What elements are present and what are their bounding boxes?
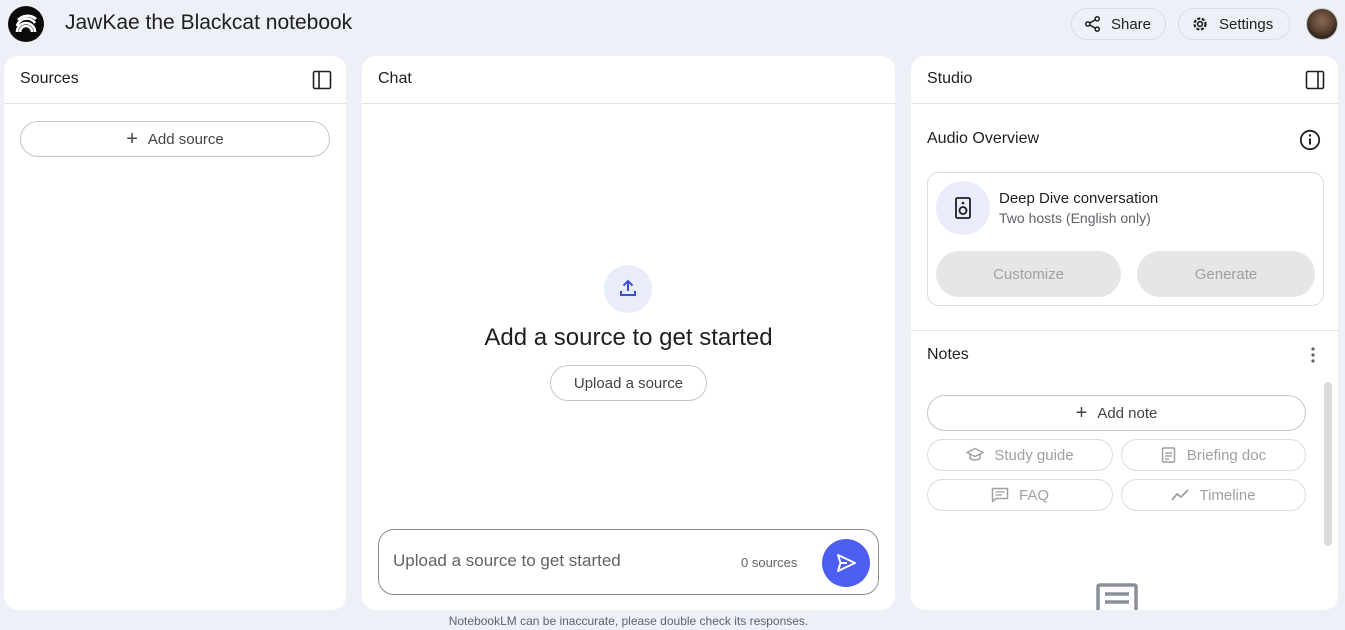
customize-button[interactable]: Customize [936,251,1121,297]
info-icon[interactable] [1299,129,1321,151]
study-guide-label: Study guide [994,446,1074,464]
speaker-icon [936,181,990,235]
audio-card-subtitle: Two hosts (English only) [999,210,1151,226]
audio-card-title: Deep Dive conversation [999,190,1159,207]
send-button[interactable] [822,539,870,587]
sources-panel: Sources + Add source [4,56,346,610]
add-source-label: Add source [147,130,224,148]
chat-title: Chat [378,70,412,87]
audio-overview-title: Audio Overview [927,130,1040,147]
settings-button[interactable]: Settings [1178,8,1290,40]
chat-input-container: 0 sources [378,529,879,595]
briefing-doc-button[interactable]: Briefing doc [1121,439,1306,471]
faq-button[interactable]: FAQ [927,479,1113,511]
add-note-label: Add note [1097,404,1158,422]
faq-label: FAQ [1018,486,1049,504]
plus-icon: + [1075,402,1088,424]
top-bar: JawKae the Blackcat notebook Share Setti… [0,0,1345,48]
upload-source-button[interactable]: Upload a source [550,365,707,401]
audio-overview-card: Deep Dive conversation Two hosts (Englis… [927,172,1324,306]
user-avatar[interactable] [1306,8,1338,40]
notes-title: Notes [927,346,969,363]
chat-header: Chat [362,56,895,104]
gear-icon [1193,17,1207,31]
chat-panel: Chat Add a source to get started Upload … [362,56,895,610]
send-icon [837,554,856,572]
trending-icon [1171,489,1190,501]
sources-title: Sources [20,70,79,87]
share-label: Share [1110,15,1151,33]
upload-icon [604,265,652,313]
share-icon [1084,15,1101,33]
studio-title: Studio [927,70,973,87]
plus-icon: + [126,128,138,150]
studio-header: Studio [911,56,1338,104]
comment-icon [991,487,1009,503]
collapse-panel-icon[interactable] [312,70,332,90]
timeline-label: Timeline [1199,486,1256,504]
studio-panel: Studio Audio Overview Deep Dive conversa… [911,56,1338,610]
study-guide-button[interactable]: Study guide [927,439,1113,471]
notes-placeholder-icon [1096,583,1138,610]
add-source-button[interactable]: + Add source [20,121,330,157]
notebooklm-logo-icon[interactable] [8,6,44,42]
notebook-title[interactable]: JawKae the Blackcat notebook [65,11,352,35]
document-icon [1161,447,1176,463]
share-button[interactable]: Share [1071,8,1166,40]
add-note-button[interactable]: + Add note [927,395,1306,431]
sources-header: Sources [4,56,346,104]
briefing-doc-label: Briefing doc [1186,446,1267,464]
timeline-button[interactable]: Timeline [1121,479,1306,511]
settings-label: Settings [1219,15,1274,33]
notes-scrollbar[interactable] [1324,382,1332,546]
disclaimer-text: NotebookLM can be inaccurate, please dou… [448,614,809,628]
school-icon [966,447,985,461]
collapse-panel-icon[interactable] [1305,70,1325,90]
generate-button[interactable]: Generate [1137,251,1315,297]
divider [911,330,1338,331]
more-vert-icon[interactable] [1309,346,1317,366]
chat-input[interactable] [393,551,723,571]
chat-empty-heading: Add a source to get started [484,324,773,351]
source-count: 0 sources [741,555,798,570]
